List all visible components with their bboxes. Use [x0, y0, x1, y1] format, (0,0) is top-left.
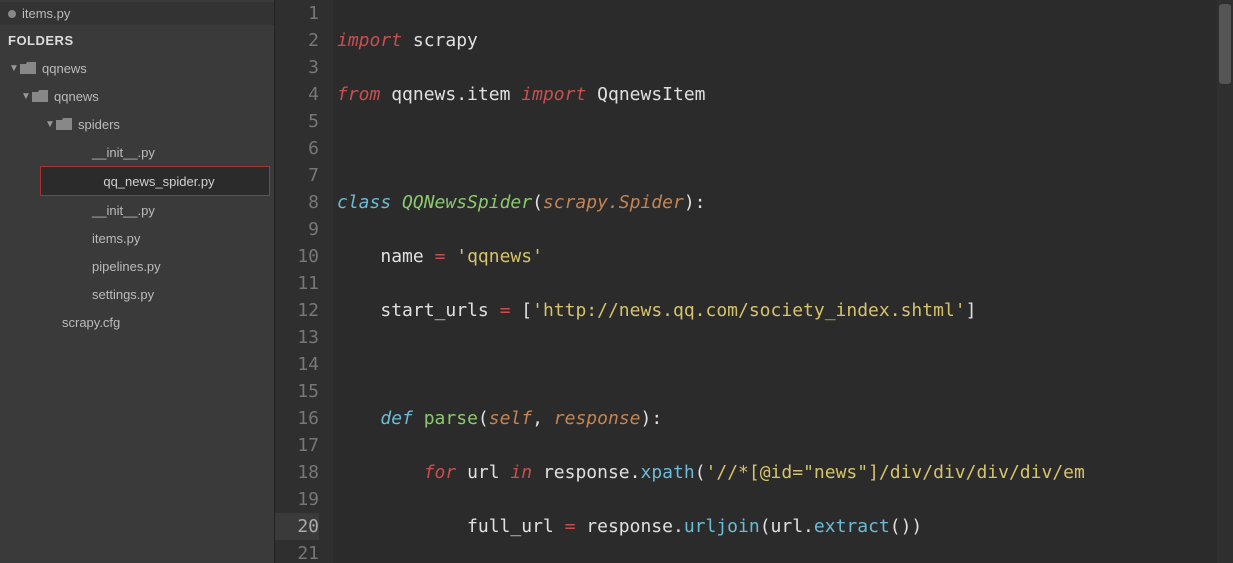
tree-file[interactable]: scrapy.cfg: [0, 308, 274, 336]
line-number: 8: [275, 189, 319, 216]
modified-dot-icon: [8, 10, 16, 18]
line-number: 17: [275, 432, 319, 459]
line-number: 20: [275, 513, 319, 540]
vertical-scrollbar[interactable]: [1217, 0, 1233, 563]
line-number: 21: [275, 540, 319, 563]
tree-label: spiders: [78, 117, 120, 132]
tree-label: settings.py: [92, 287, 154, 302]
line-number: 1: [275, 0, 319, 27]
line-number: 4: [275, 81, 319, 108]
line-number: 2: [275, 27, 319, 54]
tree-file[interactable]: __init__.py: [0, 138, 274, 166]
file-tree: ▼ qqnews ▼ qqnews ▼ spiders __init__.py …: [0, 54, 274, 336]
sidebar: items.py FOLDERS ▼ qqnews ▼ qqnews ▼ spi…: [0, 0, 275, 563]
tree-file[interactable]: __init__.py: [0, 196, 274, 224]
chevron-down-icon: ▼: [44, 119, 56, 130]
folder-icon: [20, 62, 36, 74]
line-number: 12: [275, 297, 319, 324]
line-number: 11: [275, 270, 319, 297]
folders-header: FOLDERS: [0, 25, 274, 54]
chevron-down-icon: ▼: [20, 91, 32, 102]
line-number: 3: [275, 54, 319, 81]
tree-folder-spiders[interactable]: ▼ spiders: [0, 110, 274, 138]
line-number: 7: [275, 162, 319, 189]
tree-label: __init__.py: [92, 145, 155, 160]
line-number: 9: [275, 216, 319, 243]
tree-label: __init__.py: [92, 203, 155, 218]
tree-folder-sub[interactable]: ▼ qqnews: [0, 82, 274, 110]
line-number: 16: [275, 405, 319, 432]
line-number: 14: [275, 351, 319, 378]
tree-label: items.py: [92, 231, 140, 246]
chevron-down-icon: ▼: [8, 63, 20, 74]
tree-label: qqnews: [54, 89, 99, 104]
scroll-thumb[interactable]: [1219, 4, 1231, 84]
line-number: 13: [275, 324, 319, 351]
folder-icon: [32, 90, 48, 102]
open-file-tab[interactable]: items.py: [0, 2, 274, 25]
tree-folder-root[interactable]: ▼ qqnews: [0, 54, 274, 82]
line-number: 6: [275, 135, 319, 162]
tree-label: qq_news_spider.py: [103, 174, 214, 189]
tab-filename: items.py: [22, 6, 70, 21]
line-number: 10: [275, 243, 319, 270]
tree-label: qqnews: [42, 61, 87, 76]
tree-label: scrapy.cfg: [62, 315, 120, 330]
line-number: 5: [275, 108, 319, 135]
line-number: 19: [275, 486, 319, 513]
tree-file-selected[interactable]: qq_news_spider.py: [40, 166, 270, 196]
folder-icon: [56, 118, 72, 130]
line-number: 18: [275, 459, 319, 486]
tree-file[interactable]: items.py: [0, 224, 274, 252]
code-editor[interactable]: 1 2 3 4 5 6 7 8 9 10 11 12 13 14 15 16 1…: [275, 0, 1233, 563]
line-number-gutter: 1 2 3 4 5 6 7 8 9 10 11 12 13 14 15 16 1…: [275, 0, 333, 563]
tree-label: pipelines.py: [92, 259, 161, 274]
tree-file[interactable]: pipelines.py: [0, 252, 274, 280]
code-area[interactable]: import scrapy from qqnews.item import Qq…: [333, 0, 1233, 563]
tree-file[interactable]: settings.py: [0, 280, 274, 308]
line-number: 15: [275, 378, 319, 405]
